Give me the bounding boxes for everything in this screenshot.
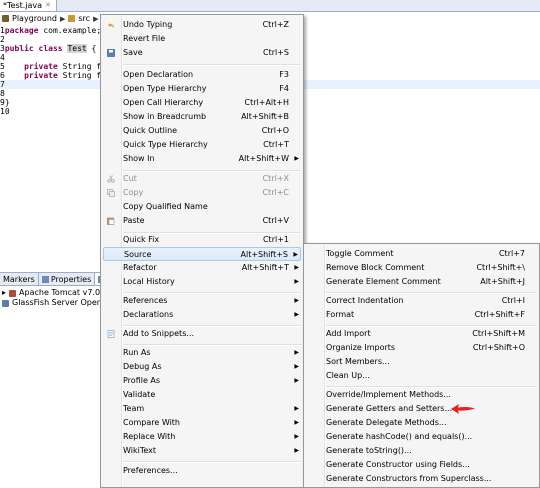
submenu-arrow-icon: ▶ <box>294 278 299 285</box>
breadcrumb-project[interactable]: Playground <box>12 14 57 23</box>
menu-item-save[interactable]: Save Ctrl+S <box>103 46 301 60</box>
menu-item-run-as[interactable]: Run As ▶ <box>103 346 301 360</box>
menu-item-declarations[interactable]: Declarations ▶ <box>103 308 301 322</box>
menu-item-open-call-hierarchy[interactable]: Open Call Hierarchy Ctrl+Alt+H <box>103 96 301 110</box>
menu-separator <box>123 64 301 66</box>
chevron-right-icon: ▶ <box>93 14 99 23</box>
expand-icon[interactable]: ▸ <box>2 288 6 298</box>
menu-item-source[interactable]: Source Alt+Shift+S ▶ <box>103 247 301 261</box>
undo-icon <box>108 23 114 28</box>
menu-item-add-to-snippets[interactable]: Add to Snippets... <box>103 327 301 341</box>
paste-icon <box>107 217 115 225</box>
menu-item-organize-imports[interactable]: Organize Imports Ctrl+Shift+O <box>306 341 537 355</box>
code-line: 1package com.example; <box>0 26 102 35</box>
menu-item-show-in[interactable]: Show In Alt+Shift+W ▶ <box>103 152 301 166</box>
menu-separator <box>123 461 301 463</box>
folder-icon <box>68 15 76 22</box>
menu-item-cut[interactable]: Cut Ctrl+X <box>103 172 301 186</box>
code-line: 4 <box>0 53 5 62</box>
tab-title: *Test.java <box>3 1 43 10</box>
code-line: 7 <box>0 80 5 89</box>
menu-item-compare-with[interactable]: Compare With ▶ <box>103 416 301 430</box>
menu-item-revert-file[interactable]: Revert File <box>103 32 301 46</box>
menu-item-paste[interactable]: Paste Ctrl+V <box>103 214 301 228</box>
context-menu: Undo Typing Ctrl+Z Revert File Save Ctrl+S… <box>100 14 304 488</box>
submenu-arrow-icon: ▶ <box>294 155 299 162</box>
tomcat-icon <box>9 289 17 297</box>
menu-item-validate[interactable]: Validate <box>103 388 301 402</box>
source-submenu: Toggle Comment Ctrl+7 Remove Block Commen… <box>303 243 540 488</box>
code-line: 8 <box>0 89 5 98</box>
code-line: 9} <box>0 98 10 107</box>
menu-item-add-import[interactable]: Add Import Ctrl+Shift+M <box>306 327 537 341</box>
menu-item-format[interactable]: Format Ctrl+Shift+F <box>306 308 537 322</box>
menu-item-open-declaration[interactable]: Open Declaration F3 <box>103 68 301 82</box>
code-line: 10 <box>0 107 10 116</box>
menu-item-refactor[interactable]: Refactor Alt+Shift+T ▶ <box>103 261 301 275</box>
submenu-arrow-icon: ▶ <box>294 363 299 370</box>
chevron-right-icon: ▶ <box>60 14 66 23</box>
menu-item-toggle-comment[interactable]: Toggle Comment Ctrl+7 <box>306 247 537 261</box>
properties-icon <box>41 275 49 283</box>
submenu-arrow-icon: ▶ <box>294 405 299 412</box>
menu-item-generate-constructors-superclass[interactable]: Generate Constructors from Superclass... <box>306 472 537 486</box>
editor-tab-bar: *Test.java ✕ <box>0 0 540 12</box>
menu-item-preferences[interactable]: Preferences... <box>103 464 301 478</box>
submenu-arrow-icon: ▶ <box>293 251 298 258</box>
menu-item-quick-outline[interactable]: Quick Outline Ctrl+O <box>103 124 301 138</box>
menu-item-profile-as[interactable]: Profile As ▶ <box>103 374 301 388</box>
menu-item-generate-hashcode-equals[interactable]: Generate hashCode() and equals()... <box>306 430 537 444</box>
copy-icon <box>107 189 115 197</box>
code-line: 5 private String fi <box>0 62 106 71</box>
submenu-arrow-icon: ▶ <box>294 419 299 426</box>
code-editor[interactable]: 1package com.example; 2 3public class Te… <box>0 26 106 116</box>
menu-item-sort-members[interactable]: Sort Members... <box>306 355 537 369</box>
tab-test-java[interactable]: *Test.java ✕ <box>0 0 57 11</box>
submenu-arrow-icon: ▶ <box>294 264 299 271</box>
submenu-arrow-icon: ▶ <box>294 433 299 440</box>
submenu-arrow-icon: ▶ <box>294 311 299 318</box>
menu-item-correct-indentation[interactable]: Correct Indentation Ctrl+I <box>306 294 537 308</box>
close-icon[interactable]: ✕ <box>45 0 51 11</box>
breadcrumb-folder[interactable]: src <box>78 14 90 23</box>
menu-item-override-implement-methods[interactable]: Override/Implement Methods... <box>306 388 537 402</box>
menu-item-show-in-breadcrumb[interactable]: Show in Breadcrumb Alt+Shift+B <box>103 110 301 124</box>
menu-item-generate-delegate-methods[interactable]: Generate Delegate Methods... <box>306 416 537 430</box>
menu-item-wikitext[interactable]: WikiText ▶ <box>103 444 301 458</box>
code-line: 6 private String fi <box>0 71 106 80</box>
menu-item-debug-as[interactable]: Debug As ▶ <box>103 360 301 374</box>
code-line: 3public class Test { <box>0 44 97 53</box>
menu-item-undo-typing[interactable]: Undo Typing Ctrl+Z <box>103 18 301 32</box>
menu-item-quick-type-hierarchy[interactable]: Quick Type Hierarchy Ctrl+T <box>103 138 301 152</box>
snippet-icon <box>107 330 115 338</box>
glassfish-icon <box>2 299 9 307</box>
code-line: 2 <box>0 35 5 44</box>
tab-properties[interactable]: Properties <box>39 273 96 285</box>
menu-item-replace-with[interactable]: Replace With ▶ <box>103 430 301 444</box>
cut-icon <box>107 175 115 183</box>
submenu-arrow-icon: ▶ <box>294 349 299 356</box>
menu-item-open-type-hierarchy[interactable]: Open Type Hierarchy F4 <box>103 82 301 96</box>
menu-item-copy-qualified-name[interactable]: Copy Qualified Name <box>103 200 301 214</box>
tab-markers[interactable]: Markers <box>0 273 39 285</box>
menu-item-copy[interactable]: Copy Ctrl+C <box>103 186 301 200</box>
menu-item-generate-tostring[interactable]: Generate toString()... <box>306 444 537 458</box>
menu-item-local-history[interactable]: Local History ▶ <box>103 275 301 289</box>
menu-item-team[interactable]: Team ▶ <box>103 402 301 416</box>
menu-item-quick-fix[interactable]: Quick Fix Ctrl+1 <box>103 233 301 247</box>
submenu-arrow-icon: ▶ <box>294 377 299 384</box>
menu-item-generate-getters-setters[interactable]: Generate Getters and Setters... <box>306 402 537 416</box>
menu-item-clean-up[interactable]: Clean Up... <box>306 369 537 383</box>
project-icon <box>2 15 9 22</box>
save-icon <box>107 49 115 57</box>
annotation-arrow-icon <box>451 404 475 414</box>
menu-item-generate-constructor-fields[interactable]: Generate Constructor using Fields... <box>306 458 537 472</box>
menu-item-references[interactable]: References ▶ <box>103 294 301 308</box>
menu-item-generate-element-comment[interactable]: Generate Element Comment Alt+Shift+J <box>306 275 537 289</box>
menu-item-remove-block-comment[interactable]: Remove Block Comment Ctrl+Shift+\ <box>306 261 537 275</box>
submenu-arrow-icon: ▶ <box>294 297 299 304</box>
submenu-arrow-icon: ▶ <box>294 447 299 454</box>
